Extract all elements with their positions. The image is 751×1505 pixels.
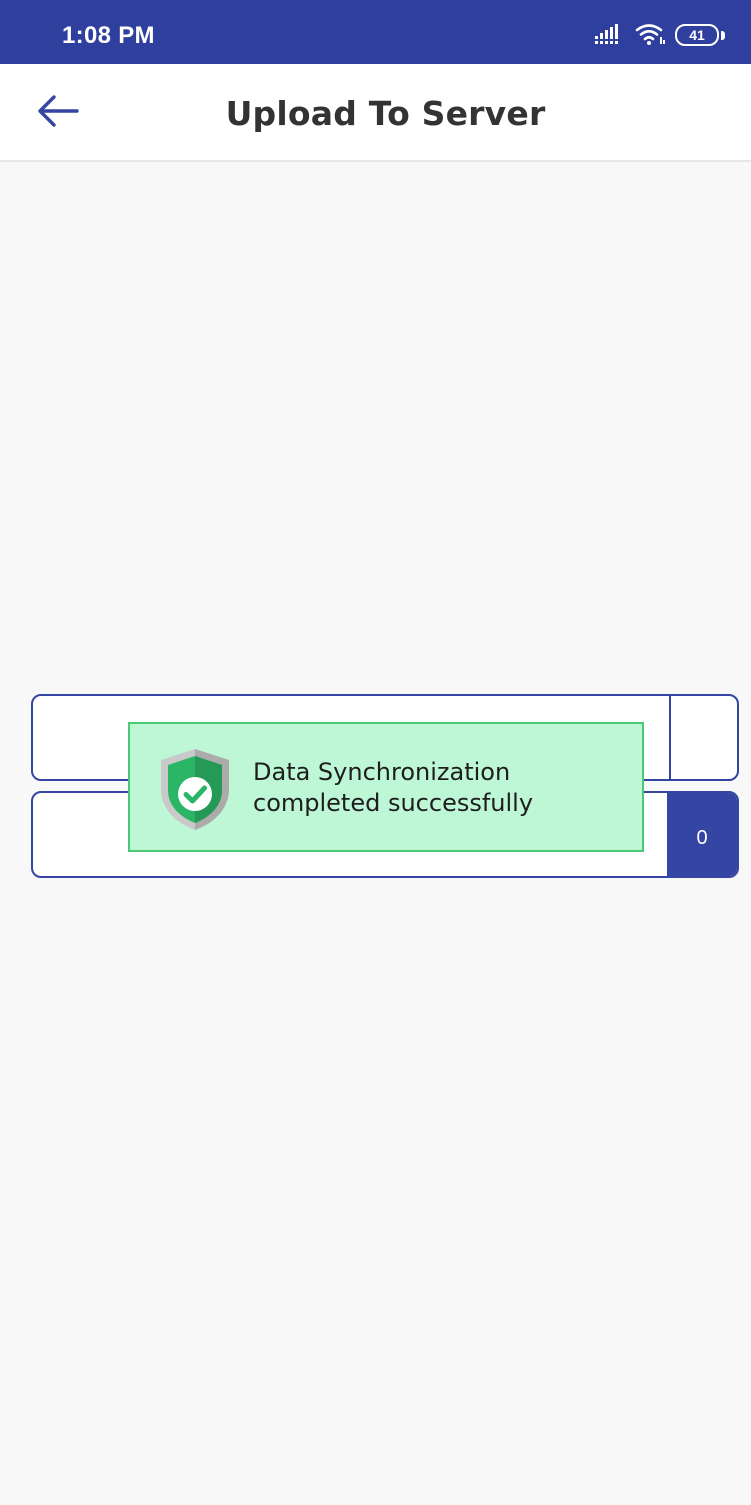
- battery-icon: 41: [675, 24, 725, 48]
- status-time: 1:08 PM: [62, 22, 155, 49]
- success-toast: Data Synchronization completed successfu…: [128, 722, 644, 852]
- toast-message: Data Synchronization completed successfu…: [253, 758, 534, 817]
- count-badge: 0: [667, 793, 737, 876]
- shield-check-icon: [159, 747, 231, 831]
- app-bar: Upload To Server: [0, 64, 751, 162]
- status-bar: 1:08 PM 41: [0, 0, 751, 64]
- signal-icon: [595, 24, 625, 48]
- count-value: 0: [696, 826, 708, 849]
- page-title: Upload To Server: [225, 94, 546, 133]
- battery-level: 41: [689, 27, 705, 43]
- wifi-icon: [635, 22, 665, 50]
- status-icons: 41: [595, 20, 725, 52]
- row-divider: [669, 696, 671, 779]
